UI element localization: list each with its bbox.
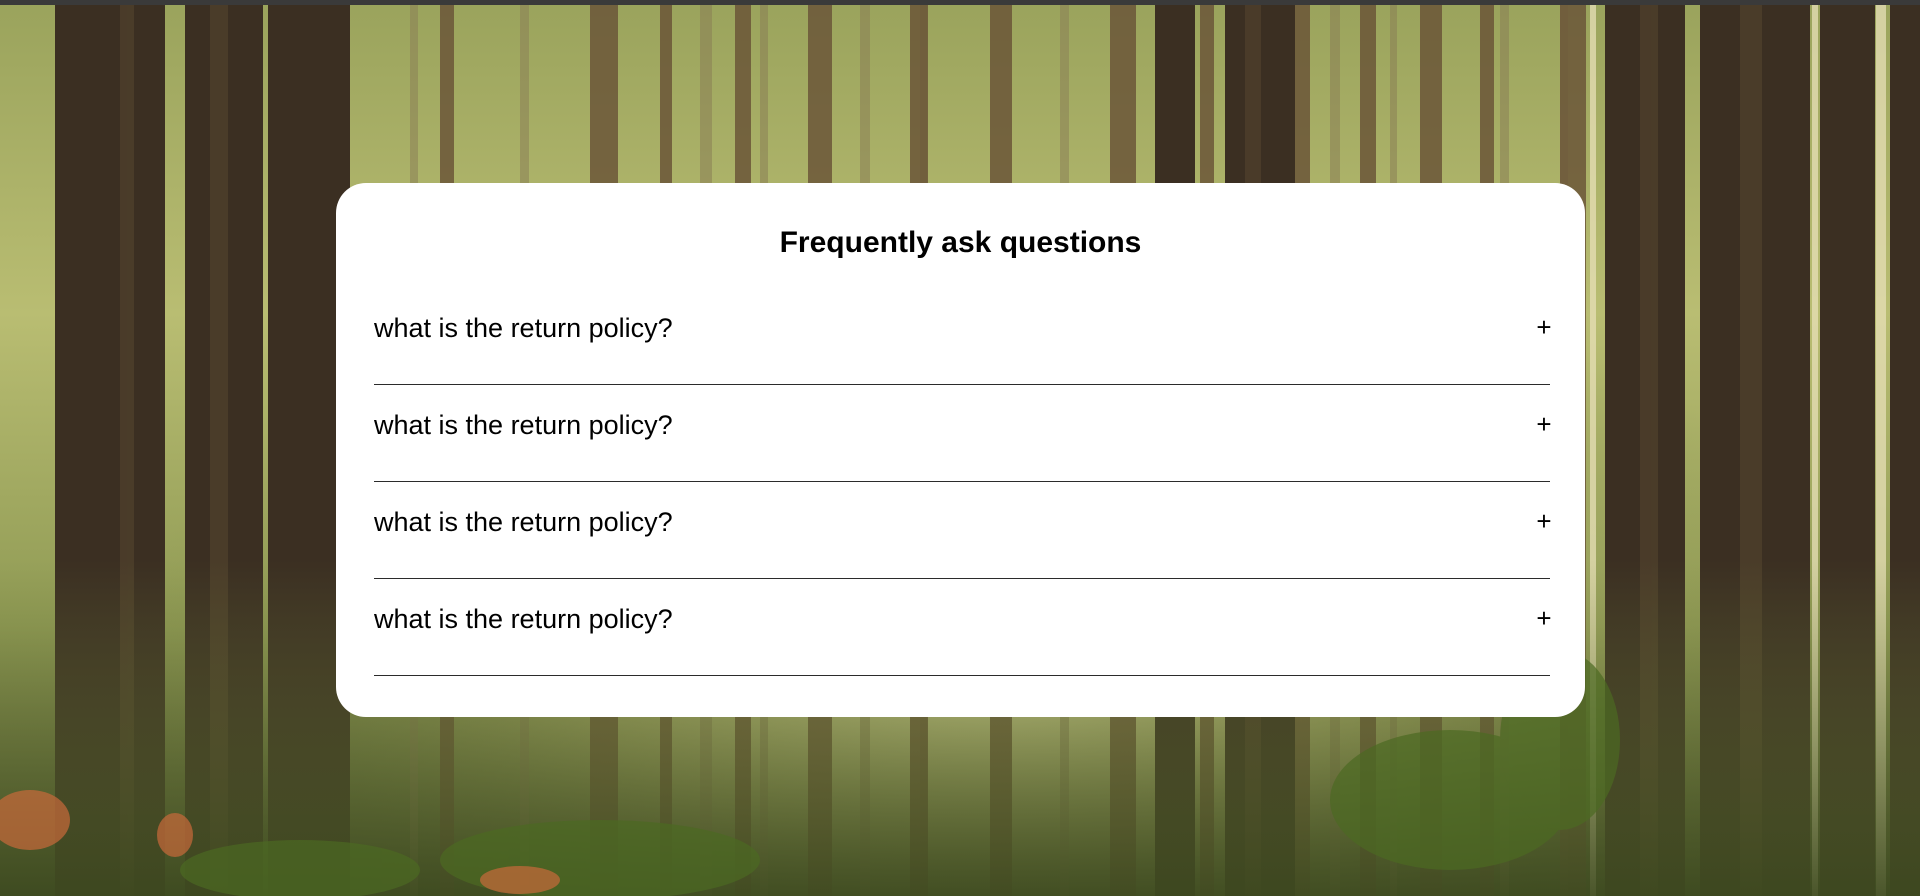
plus-icon[interactable]: + (1532, 505, 1556, 537)
faq-list: what is the return policy? + what is the… (374, 306, 1552, 694)
faq-item[interactable]: what is the return policy? + (374, 403, 1552, 500)
plus-icon[interactable]: + (1532, 602, 1556, 634)
plus-icon[interactable]: + (1532, 408, 1556, 440)
faq-title: Frequently ask questions (779, 226, 1142, 259)
window-top-border (0, 0, 1920, 5)
faq-question[interactable]: what is the return policy? (374, 407, 673, 443)
faq-divider (374, 578, 1550, 579)
faq-card: Frequently ask questions what is the ret… (336, 183, 1585, 717)
faq-question[interactable]: what is the return policy? (374, 504, 673, 540)
faq-question[interactable]: what is the return policy? (374, 310, 673, 346)
faq-item[interactable]: what is the return policy? + (374, 500, 1552, 597)
faq-divider (374, 384, 1550, 385)
faq-item[interactable]: what is the return policy? + (374, 597, 1552, 694)
page: Frequently ask questions what is the ret… (0, 0, 1920, 896)
faq-question[interactable]: what is the return policy? (374, 601, 673, 637)
faq-divider (374, 675, 1550, 676)
faq-divider (374, 481, 1550, 482)
faq-item[interactable]: what is the return policy? + (374, 306, 1552, 403)
plus-icon[interactable]: + (1532, 311, 1556, 343)
